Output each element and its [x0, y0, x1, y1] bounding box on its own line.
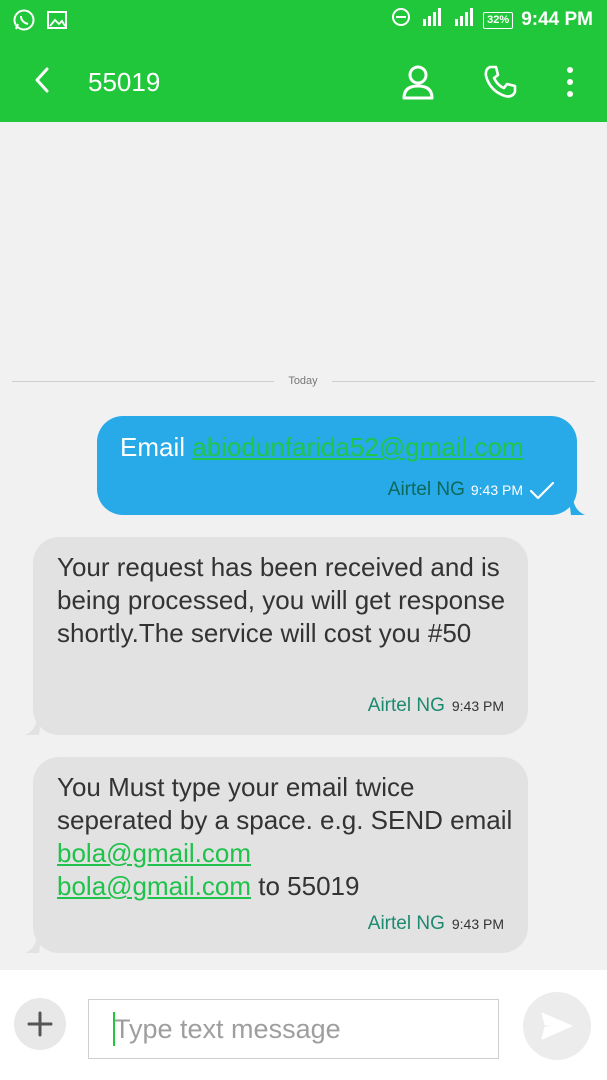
- message-time: 9:43 PM: [451, 916, 504, 932]
- more-options-button[interactable]: [552, 60, 588, 104]
- contact-button[interactable]: [396, 60, 440, 104]
- text-caret: [113, 1012, 115, 1046]
- sim-label: Airtel NG: [367, 695, 445, 716]
- app-bar: 55019: [0, 40, 607, 122]
- bubble-tail: [25, 719, 41, 735]
- compose-bar: [0, 970, 607, 1080]
- clock: 9:44 PM: [521, 9, 593, 30]
- message-meta: Airtel NG 9:43 PM: [388, 479, 555, 501]
- attach-button[interactable]: [14, 998, 66, 1050]
- message-meta: Airtel NG 9:43 PM: [368, 913, 504, 935]
- back-button[interactable]: [22, 60, 62, 100]
- message-input[interactable]: [88, 999, 499, 1059]
- bubble-tail: [569, 499, 585, 515]
- message-text: Email abiodunfarida52@gmail.com: [120, 431, 524, 463]
- received-message-bubble[interactable]: You Must type your email twice seperated…: [25, 757, 528, 953]
- message-text-part: to 55019: [251, 871, 360, 901]
- send-icon: [541, 1012, 573, 1040]
- message-text: You Must type your email twice seperated…: [57, 771, 517, 903]
- signal-icon-2: [453, 7, 475, 33]
- sent-message-bubble[interactable]: Email abiodunfarida52@gmail.com Airtel N…: [97, 416, 585, 515]
- more-vert-icon: [567, 67, 573, 97]
- call-button[interactable]: [478, 60, 522, 104]
- check-icon: [529, 481, 555, 500]
- message-time: 9:43 PM: [470, 482, 523, 498]
- contact-icon: [402, 65, 434, 100]
- message-text: Your request has been received and is be…: [57, 552, 506, 648]
- status-bar: 32% 9:44 PM: [0, 0, 607, 40]
- divider-line: [12, 381, 274, 382]
- bubble-tail: [25, 937, 41, 953]
- email-link[interactable]: abiodunfarida52@gmail.com: [192, 432, 523, 462]
- message-time: 9:43 PM: [451, 698, 504, 714]
- conversation-title: 55019: [88, 67, 161, 97]
- message-meta: Airtel NG 9:43 PM: [368, 695, 504, 717]
- back-arrow-icon: [35, 67, 49, 93]
- received-message-bubble[interactable]: Your request has been received and is be…: [25, 537, 528, 735]
- divider-line: [332, 381, 595, 382]
- date-label: Today: [288, 375, 318, 387]
- battery-indicator: 32%: [483, 11, 514, 29]
- phone-icon: [484, 65, 517, 98]
- email-link[interactable]: bola@gmail.com: [57, 871, 251, 901]
- message-text-part: You Must type your email twice seperated…: [57, 772, 513, 835]
- date-divider: Today: [12, 372, 595, 392]
- email-link[interactable]: bola@gmail.com: [57, 838, 251, 868]
- gallery-icon: [46, 9, 68, 36]
- plus-icon: [27, 1011, 53, 1037]
- sim-label: Airtel NG: [367, 913, 445, 934]
- sim-label: Airtel NG: [387, 479, 465, 500]
- send-button[interactable]: [523, 992, 591, 1060]
- dnd-icon: [391, 7, 411, 33]
- signal-icon: [419, 7, 445, 33]
- message-prefix: Email: [120, 432, 193, 462]
- whatsapp-icon: [12, 8, 36, 37]
